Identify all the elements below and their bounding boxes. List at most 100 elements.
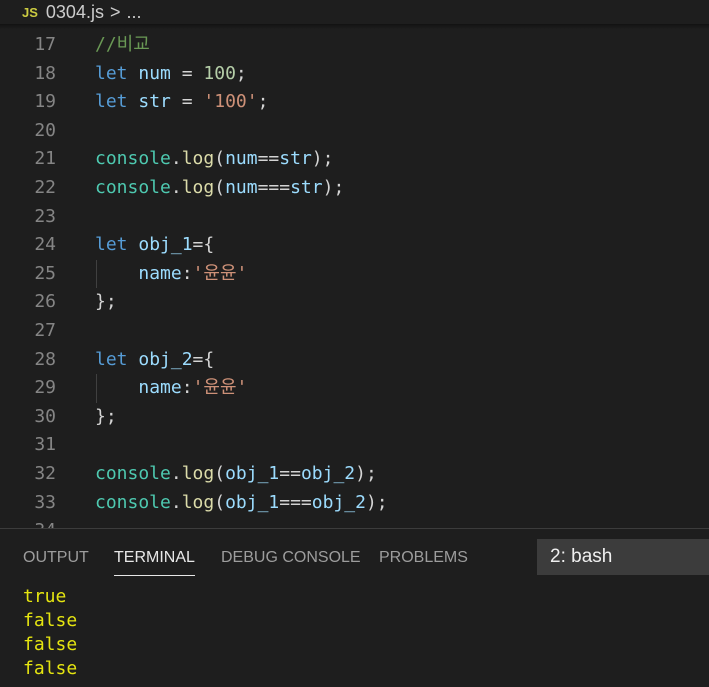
code-token: :	[181, 377, 193, 399]
terminal-output[interactable]: true false false false	[0, 585, 709, 681]
code-token: };	[95, 405, 117, 427]
code-line[interactable]: 33 console.log(obj_1===obj_2);	[0, 489, 709, 518]
code-token: =	[170, 91, 204, 113]
code-token: 100	[203, 62, 236, 84]
panel-tabs: OUTPUT TERMINAL DEBUG CONSOLE PROBLEMS 2…	[0, 529, 709, 585]
code-line[interactable]: 17 //비교	[0, 31, 709, 60]
code-token: console	[95, 148, 171, 170]
code-token: (	[214, 491, 226, 513]
code-token: :	[181, 262, 193, 284]
code-line[interactable]: 21 console.log(num==str);	[0, 145, 709, 174]
code-token: obj_2	[311, 491, 366, 513]
code-line[interactable]: 34	[0, 517, 709, 528]
terminal-select-dropdown[interactable]: 2: bash	[537, 539, 709, 575]
code-line[interactable]: 18 let num = 100;	[0, 60, 709, 89]
code-text: console.log(obj_1===obj_2);	[95, 489, 388, 518]
code-text: let str = '100';	[95, 88, 268, 117]
code-token: let	[95, 91, 128, 113]
code-token: log	[181, 148, 215, 170]
code-token: ;	[235, 62, 247, 84]
code-token: str	[279, 148, 312, 170]
tab-output[interactable]: OUTPUT	[23, 549, 89, 567]
code-token: .	[170, 491, 182, 513]
line-number: 31	[34, 434, 56, 456]
code-line[interactable]: 23	[0, 203, 709, 232]
code-text: console.log(num===str);	[95, 174, 344, 203]
line-number: 24	[34, 234, 56, 256]
code-token: '100'	[203, 91, 258, 113]
line-number: 22	[34, 176, 56, 198]
code-text: let obj_1={	[95, 231, 214, 260]
code-token: =	[170, 62, 204, 84]
code-text: //비교	[95, 31, 150, 60]
bottom-panel: OUTPUT TERMINAL DEBUG CONSOLE PROBLEMS 2…	[0, 528, 709, 687]
line-number: 34	[0, 517, 56, 528]
code-text: name:'윤윤'	[95, 374, 247, 403]
terminal-line: true	[23, 586, 67, 607]
line-number: 19	[34, 91, 56, 113]
code-token: name	[138, 377, 182, 399]
terminal-line: false	[23, 658, 78, 679]
tab-debug-console[interactable]: DEBUG CONSOLE	[221, 549, 361, 567]
code-token: console	[95, 491, 171, 513]
code-token: obj_2	[300, 462, 356, 484]
line-number: 23	[34, 205, 56, 227]
code-token: //비교	[95, 34, 150, 55]
code-text: console.log(num==str);	[95, 145, 333, 174]
line-number: 28	[34, 348, 56, 370]
code-line[interactable]: 29 name:'윤윤'	[0, 374, 709, 403]
code-text: };	[95, 288, 117, 317]
code-token: (	[214, 176, 226, 198]
code-token: str	[290, 176, 323, 198]
code-line[interactable]: 30};	[0, 403, 709, 432]
code-line[interactable]: 31	[0, 431, 709, 460]
tab-terminal[interactable]: TERMINAL	[114, 549, 195, 576]
code-text: let num = 100;	[95, 60, 247, 89]
code-line[interactable]: 24 let obj_1={	[0, 231, 709, 260]
line-number: 26	[34, 291, 56, 313]
line-number: 32	[34, 462, 56, 484]
line-number: 20	[34, 119, 56, 141]
breadcrumb-more[interactable]: ...	[126, 2, 141, 23]
code-text: let obj_2={	[95, 346, 214, 375]
code-token: let	[95, 234, 128, 256]
code-token: };	[95, 291, 117, 313]
code-token: name	[138, 262, 182, 284]
line-number: 33	[34, 491, 56, 513]
code-token: ===	[279, 491, 312, 513]
javascript-file-icon: JS	[22, 4, 38, 20]
line-number: 30	[34, 405, 56, 427]
code-token: );	[355, 462, 377, 484]
code-token: num	[225, 148, 258, 170]
code-token: .	[170, 176, 182, 198]
code-token: ={	[192, 348, 215, 370]
code-token: log	[181, 176, 215, 198]
code-token: ===	[257, 176, 291, 198]
tab-problems[interactable]: PROBLEMS	[379, 549, 468, 567]
code-token: let	[95, 348, 128, 370]
code-line[interactable]: 26};	[0, 288, 709, 317]
code-line[interactable]: 32 console.log(obj_1==obj_2);	[0, 460, 709, 489]
code-line[interactable]: 20	[0, 117, 709, 146]
code-token: num	[138, 62, 171, 84]
code-token: obj_1	[138, 234, 193, 256]
code-text: name:'윤윤'	[95, 260, 247, 289]
code-text: console.log(obj_1==obj_2);	[95, 460, 377, 489]
breadcrumb-filename[interactable]: 0304.js	[46, 2, 104, 23]
code-token: (	[214, 148, 226, 170]
code-line[interactable]: 25 name:'윤윤'	[0, 259, 709, 289]
code-line[interactable]: 27	[0, 317, 709, 346]
code-token: '윤윤'	[192, 262, 248, 284]
line-number: 29	[34, 377, 56, 399]
line-number: 25	[34, 262, 56, 284]
code-token: (	[214, 462, 226, 484]
code-editor[interactable]: 17 //비교 18 let num = 100; 19 let str = '100';…	[0, 31, 709, 528]
code-line[interactable]: 28 let obj_2={	[0, 346, 709, 375]
code-line[interactable]: 22 console.log(num===str);	[0, 174, 709, 203]
code-line[interactable]: 19 let str = '100';	[0, 88, 709, 117]
